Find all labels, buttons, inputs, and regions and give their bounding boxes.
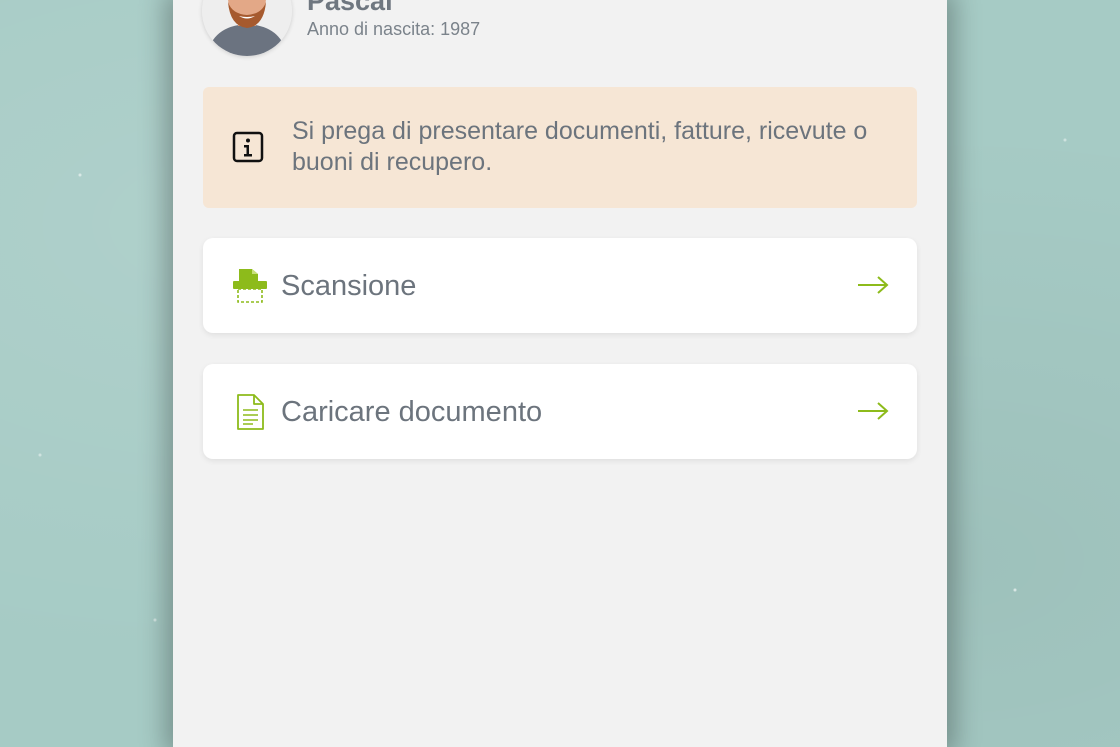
upload-document-label: Caricare documento [281,396,543,428]
arrow-right-icon [857,274,889,296]
document-icon [231,393,269,431]
scan-label: Scansione [281,270,417,302]
scan-button[interactable]: Scansione [203,238,917,333]
profile-name: Pascal [307,0,393,16]
info-message: Si prega di presentare documenti, fattur… [292,117,868,176]
app-panel: Pascal Anno di nascita: 1987 Si prega di… [173,0,947,747]
upload-document-button[interactable]: Caricare documento [203,364,917,459]
profile-header: Pascal Anno di nascita: 1987 [202,0,802,60]
info-icon [232,131,264,163]
info-banner: Si prega di presentare documenti, fattur… [203,87,917,208]
scanner-icon [231,267,269,305]
arrow-right-icon [857,400,889,422]
avatar [202,0,292,56]
birth-year-label: Anno di nascita: 1987 [307,19,481,39]
